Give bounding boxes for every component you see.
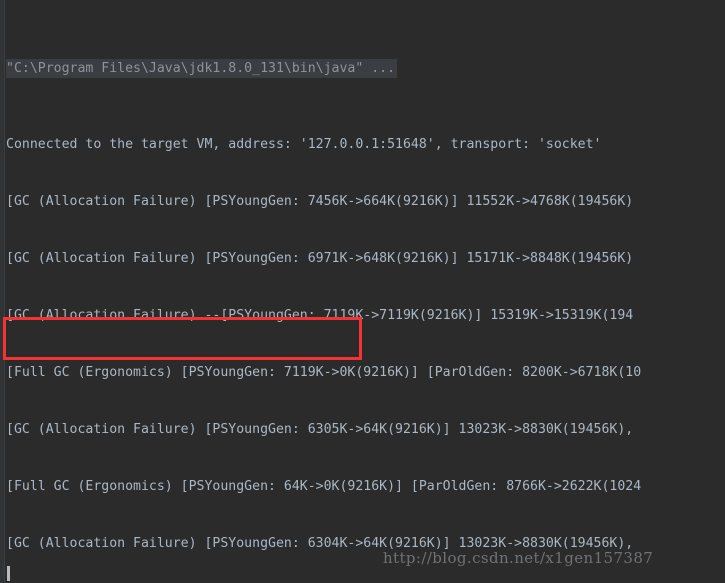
console-line: [GC (Allocation Failure) [PSYoungGen: 74… xyxy=(6,194,634,209)
console-line: Connected to the target VM, address: '12… xyxy=(6,137,602,152)
console-output: "C:\Program Files\Java\jdk1.8.0_131\bin\… xyxy=(6,2,725,583)
command-line-row: "C:\Program Files\Java\jdk1.8.0_131\bin\… xyxy=(6,59,725,78)
console-line: [GC (Allocation Failure) --[PSYoungGen: … xyxy=(6,308,634,323)
run-console-panel[interactable]: "C:\Program Files\Java\jdk1.8.0_131\bin\… xyxy=(0,0,725,583)
console-line: [GC (Allocation Failure) [PSYoungGen: 63… xyxy=(6,422,634,437)
console-line: [Full GC (Ergonomics) [PSYoungGen: 7119K… xyxy=(6,365,642,380)
blog-watermark: http://blog.csdn.net/x1gen157387 xyxy=(383,549,654,567)
java-command-line: "C:\Program Files\Java\jdk1.8.0_131\bin\… xyxy=(6,59,398,78)
console-line: [Full GC (Ergonomics) [PSYoungGen: 64K->… xyxy=(6,479,642,494)
console-caret xyxy=(7,566,10,581)
console-left-gutter xyxy=(0,0,5,583)
console-line: [GC (Allocation Failure) [PSYoungGen: 69… xyxy=(6,251,634,266)
